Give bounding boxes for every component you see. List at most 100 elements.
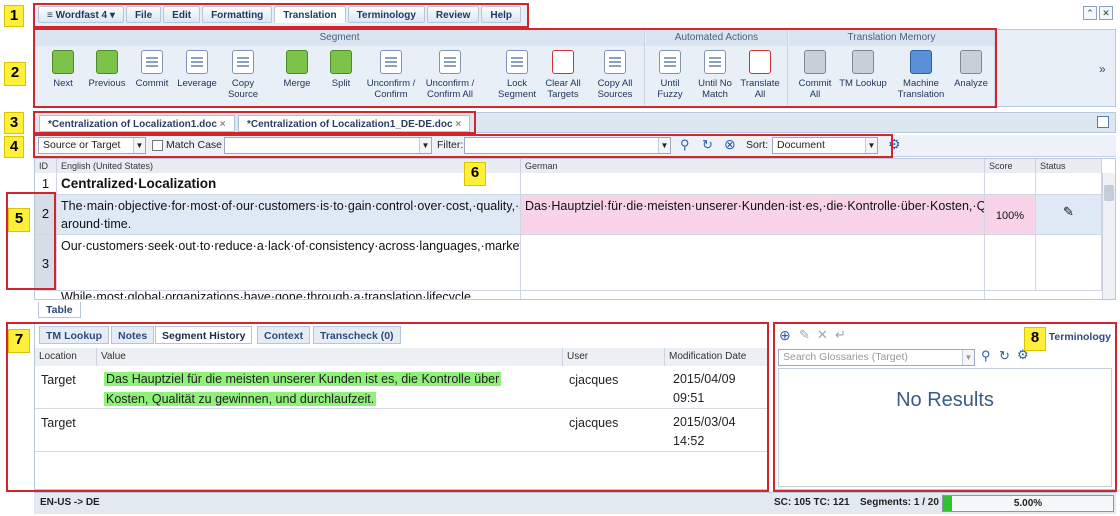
copy-source-icon xyxy=(232,50,254,74)
search-next-icon[interactable]: ↻ xyxy=(999,348,1010,364)
button-label: TM Lookup xyxy=(839,78,887,89)
button-label: Split xyxy=(331,78,351,89)
insert-term-icon[interactable]: ↵ xyxy=(835,327,846,343)
menu-terminology[interactable]: Terminology xyxy=(347,6,425,23)
search-icon[interactable]: ⚲ xyxy=(680,137,690,153)
next-button[interactable]: Next xyxy=(41,50,85,89)
tab-transcheck[interactable]: Transcheck (0) xyxy=(313,326,401,344)
segment-row[interactable]: 3 Our·customers·seek·out·to·reduce·a·lac… xyxy=(35,235,1102,291)
restore-icon[interactable]: ⌃ xyxy=(1083,6,1097,20)
split-icon xyxy=(330,50,352,74)
maximize-icon[interactable] xyxy=(1097,116,1109,128)
col-header-user[interactable]: User xyxy=(563,348,665,366)
close-icon[interactable]: × xyxy=(455,119,461,130)
col-header-id[interactable]: ID xyxy=(35,159,57,173)
history-row[interactable]: Target cjacques 2015/03/04 14:52 xyxy=(35,409,768,452)
callout-1: 1 xyxy=(4,5,24,27)
gear-icon[interactable]: ⚙ xyxy=(888,136,901,153)
ribbon-more-icon[interactable]: » xyxy=(1099,62,1106,76)
search-input[interactable]: ▼ xyxy=(224,137,432,154)
unconfirm-confirm-all-button[interactable]: Unconfirm / Confirm All xyxy=(423,50,477,100)
status-cell xyxy=(1036,173,1102,194)
machine-translation-button[interactable]: Machine Translation xyxy=(893,50,949,100)
edit-status-icon[interactable]: ✎ xyxy=(1036,195,1102,234)
callout-5: 5 xyxy=(8,208,30,232)
source-cell[interactable]: While·most·global·organizations·have·gon… xyxy=(57,291,521,299)
scrollbar-thumb[interactable] xyxy=(1104,185,1114,201)
merge-button[interactable]: Merge xyxy=(275,50,319,89)
col-header-value[interactable]: Value xyxy=(97,348,563,366)
target-cell[interactable] xyxy=(521,173,985,194)
tm-lookup-button[interactable]: TM Lookup xyxy=(839,50,887,89)
add-term-icon[interactable]: ⊕ xyxy=(779,327,791,344)
tab-context[interactable]: Context xyxy=(257,326,311,344)
menu-edit[interactable]: Edit xyxy=(163,6,201,23)
menu-wordfast[interactable]: ≡ Wordfast 4 ▾ xyxy=(38,6,124,23)
col-header-date[interactable]: Modification Date xyxy=(665,348,768,366)
analyze-icon xyxy=(960,50,982,74)
menu-file[interactable]: File xyxy=(125,6,162,23)
close-icon[interactable]: ✕ xyxy=(1099,6,1113,20)
col-header-source[interactable]: English (United States) xyxy=(57,159,521,173)
translate-all-button[interactable]: Translate All xyxy=(738,50,782,100)
callout-7: 7 xyxy=(8,329,30,353)
target-cell[interactable] xyxy=(521,291,985,299)
leverage-button[interactable]: Leverage xyxy=(175,50,219,89)
history-row[interactable]: Target Das Hauptziel für die meisten uns… xyxy=(35,366,768,409)
confirm-icon xyxy=(380,50,402,74)
commit-button[interactable]: Commit xyxy=(130,50,174,89)
until-fuzzy-button[interactable]: Until Fuzzy xyxy=(648,50,692,100)
copy-source-button[interactable]: Copy Source xyxy=(221,50,265,100)
clear-all-targets-button[interactable]: Clear All Targets xyxy=(541,50,585,100)
analyze-button[interactable]: Analyze xyxy=(949,50,993,89)
table-tab[interactable]: Table xyxy=(38,302,81,318)
target-cell[interactable] xyxy=(521,235,985,290)
match-case-checkbox[interactable] xyxy=(152,140,163,151)
close-icon[interactable]: × xyxy=(220,119,226,130)
commit-all-button[interactable]: Commit All xyxy=(793,50,837,100)
tab-tm-lookup[interactable]: TM Lookup xyxy=(39,326,109,344)
lock-icon xyxy=(506,50,528,74)
col-header-score[interactable]: Score xyxy=(985,159,1036,173)
target-cell[interactable]: Das·Hauptziel·für·die·meisten·unserer·Ku… xyxy=(521,195,985,234)
menu-formatting[interactable]: Formatting xyxy=(202,6,273,23)
lock-segment-button[interactable]: Lock Segment xyxy=(495,50,539,100)
previous-button[interactable]: Previous xyxy=(85,50,129,89)
chevron-down-icon: ▼ xyxy=(133,138,145,153)
delete-icon[interactable]: ✕ xyxy=(817,327,828,343)
unconfirm-confirm-button[interactable]: Unconfirm / Confirm xyxy=(365,50,417,100)
scope-select[interactable]: Source or Target ▼ xyxy=(38,137,146,154)
tab-notes[interactable]: Notes xyxy=(111,326,155,344)
search-next-icon[interactable]: ↻ xyxy=(702,137,713,153)
doc-tab-source[interactable]: *Centralization of Localization1.doc × xyxy=(39,115,235,132)
vertical-scrollbar[interactable] xyxy=(1102,173,1115,299)
col-header-target[interactable]: German xyxy=(521,159,985,173)
split-button[interactable]: Split xyxy=(319,50,363,89)
source-cell[interactable]: Our·customers·seek·out·to·reduce·a·lack·… xyxy=(57,235,521,290)
button-label: Commit All xyxy=(798,78,832,100)
col-header-status[interactable]: Status xyxy=(1036,159,1102,173)
segment-row[interactable]: 1 Centralized·Localization xyxy=(35,173,1102,195)
glossary-search-input[interactable]: Search Glossaries (Target) ▼ xyxy=(778,349,975,366)
menu-review[interactable]: Review xyxy=(426,6,480,23)
menu-translation[interactable]: Translation xyxy=(274,6,346,23)
tab-segment-history[interactable]: Segment History xyxy=(155,326,253,344)
score-cell xyxy=(985,235,1036,290)
copy-all-sources-button[interactable]: Copy All Sources xyxy=(589,50,641,100)
source-cell[interactable]: The·main·objective·for·most·of·our·custo… xyxy=(57,195,521,234)
doc-tab-target[interactable]: *Centralization of Localization1_DE-DE.d… xyxy=(238,115,471,132)
search-icon[interactable]: ⚲ xyxy=(981,348,991,364)
sort-select[interactable]: Document ▼ xyxy=(772,137,878,154)
menu-help[interactable]: Help xyxy=(481,6,522,23)
progress-bar: 5.00% xyxy=(942,495,1114,512)
col-header-location[interactable]: Location xyxy=(35,348,97,366)
until-no-match-button[interactable]: Until No Match xyxy=(693,50,737,100)
edit-icon[interactable]: ✎ xyxy=(799,327,810,343)
segment-row[interactable]: While·most·global·organizations·have·gon… xyxy=(35,291,1102,299)
terminology-title: Terminology xyxy=(1048,331,1111,343)
clear-filter-icon[interactable]: ⊗ xyxy=(724,136,736,153)
filter-input[interactable]: ▼ xyxy=(464,137,671,154)
segment-row-active[interactable]: 2 The·main·objective·for·most·of·our·cus… xyxy=(35,195,1102,235)
clear-icon xyxy=(552,50,574,74)
source-cell[interactable]: Centralized·Localization xyxy=(57,173,521,194)
